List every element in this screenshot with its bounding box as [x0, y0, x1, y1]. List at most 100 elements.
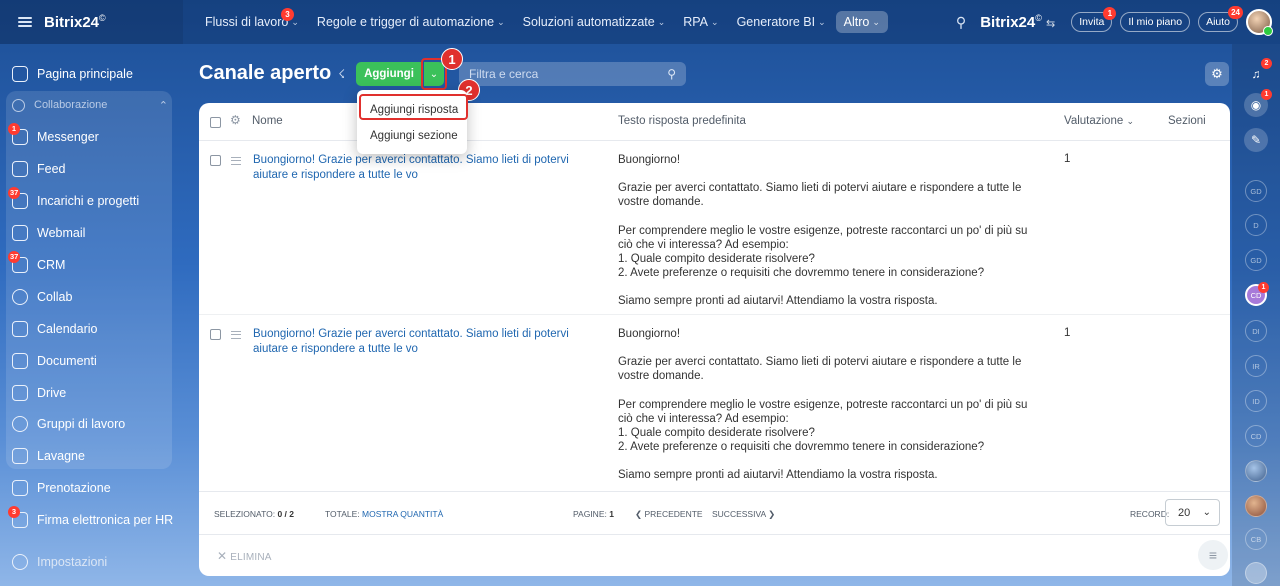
rail-badge: 1 [1261, 89, 1272, 100]
rail-avatar[interactable]: GD [1245, 180, 1267, 202]
nav-altro[interactable]: Altro ⌄ [835, 11, 888, 33]
sidebar-group-collab[interactable]: Collaborazione ⌃ [12, 91, 168, 119]
column-settings-icon[interactable]: ⚙ [230, 113, 241, 127]
page-title: Canale aperto ☇ [199, 62, 345, 85]
home-icon [12, 66, 28, 82]
sidebar-item-label: Firma elettronica per HR [37, 513, 174, 527]
rail-avatar[interactable]: D [1245, 214, 1267, 236]
nav-soluzioni[interactable]: Soluzioni automatizzate ⌄ [515, 11, 674, 33]
nav-badge: 3 [281, 8, 294, 21]
sidebar-item-boards[interactable]: Lavagne [12, 442, 85, 470]
top-bar: Bitrix24© Flussi di lavoro ⌄ 3 Regole e t… [0, 0, 1280, 44]
brand-right-text: Bitrix24 [980, 14, 1036, 31]
booking-icon [12, 480, 28, 496]
next-label: Successiva [712, 509, 766, 519]
answer-paragraph: Grazie per averci contattato. Siamo liet… [618, 356, 1022, 383]
drag-handle-icon[interactable] [231, 157, 241, 165]
nav-regole[interactable]: Regole e trigger di automazione ⌄ [309, 11, 513, 33]
sidebar-item-drive[interactable]: Drive [12, 379, 66, 407]
select-all-checkbox[interactable] [210, 117, 221, 128]
pin-icon[interactable]: ☇ [338, 67, 345, 81]
menu-icon[interactable] [18, 17, 32, 27]
rail-avatar[interactable]: DI [1245, 320, 1267, 342]
rail-avatar-active[interactable]: CD 1 [1245, 282, 1269, 306]
sidebar-item-label: Incarichi e progetti [37, 194, 140, 208]
sidebar-item-groups[interactable]: Gruppi di lavoro [12, 410, 125, 438]
chevron-down-icon: ⌄ [711, 16, 719, 27]
logo-text: Bitrix24 [44, 14, 100, 31]
records-per-page-select[interactable]: 20 ⌄ [1165, 499, 1220, 526]
sidebar-item-esign[interactable]: 3 Firma elettronica per HR [8, 506, 174, 534]
sidebar-item-crm[interactable]: 37 CRM [8, 251, 65, 279]
sidebar-item-home[interactable]: Pagina principale [12, 60, 133, 88]
plan-button[interactable]: Il mio piano [1120, 12, 1191, 32]
column-rating-label: Valutazione [1064, 115, 1124, 127]
mail-icon [12, 225, 28, 241]
search-icon[interactable]: ⚲ [667, 67, 676, 81]
users-icon[interactable] [1245, 562, 1267, 584]
nav-bi[interactable]: Generatore BI ⌄ [729, 11, 834, 33]
records-value: 20 [1178, 506, 1191, 519]
help-button[interactable]: Aiuto 24 [1198, 6, 1243, 32]
row-checkbox[interactable] [210, 329, 221, 340]
rail-avatar[interactable]: CB [1245, 528, 1267, 550]
sidebar-item-tasks[interactable]: 37 Incarichi e progetti [8, 187, 140, 215]
row-name-link[interactable]: Buongiorno! Grazie per averci contattato… [253, 153, 603, 183]
logo[interactable]: Bitrix24© [44, 13, 106, 31]
table-row[interactable]: Buongiorno! Grazie per averci contattato… [199, 315, 1230, 491]
column-answer[interactable]: Testo risposta predefinita [618, 115, 746, 127]
sidebar-item-messenger[interactable]: 1 Messenger [8, 123, 99, 151]
column-rating[interactable]: Valutazione ⌄ [1064, 115, 1134, 127]
copilot-icon[interactable]: ◉ 1 [1244, 89, 1272, 117]
nav-rpa[interactable]: RPA ⌄ [675, 11, 726, 33]
sidebar-item-booking[interactable]: Prenotazione [12, 474, 111, 502]
show-count-link[interactable]: Mostra quantità [362, 509, 443, 519]
next-page-link[interactable]: Successiva ❯ [712, 509, 775, 520]
sidebar-item-label: Drive [37, 386, 67, 400]
row-name-link[interactable]: Buongiorno! Grazie per averci contattato… [253, 327, 603, 357]
table-row[interactable]: Buongiorno! Grazie per averci contattato… [199, 141, 1230, 315]
search-icon[interactable]: ⚲ [956, 14, 966, 31]
sidebar-item-settings[interactable]: Impostazioni [12, 548, 107, 576]
sort-chevron-icon: ⌄ [1126, 116, 1134, 126]
nav-label: Generatore BI [736, 15, 816, 29]
column-name[interactable]: Nome [252, 115, 283, 127]
rail-avatar[interactable]: ID [1245, 390, 1267, 412]
sidebar-badge: 37 [8, 251, 21, 263]
sidebar-item-calendar[interactable]: Calendario [12, 315, 97, 343]
rail-avatar-photo[interactable] [1245, 495, 1267, 517]
invite-button[interactable]: Invita 1 [1071, 7, 1117, 32]
row-checkbox[interactable] [210, 155, 221, 166]
column-sections[interactable]: Sezioni [1168, 115, 1206, 127]
prev-page-link[interactable]: ❮ Precedente [635, 509, 703, 520]
search-input[interactable] [469, 67, 649, 81]
drag-handle-icon[interactable] [231, 331, 241, 339]
rail-avatar-photo[interactable] [1245, 460, 1267, 482]
gear-icon: ⚙ [1211, 66, 1223, 81]
bell-icon[interactable]: ♫ 2 [1244, 58, 1272, 86]
rail-avatar[interactable]: GD [1245, 249, 1267, 271]
chat-bubble-icon[interactable]: ✎ [1244, 128, 1268, 152]
delete-button[interactable]: ✕ Elimina [217, 549, 272, 563]
add-button[interactable]: Aggiungi [356, 62, 422, 86]
user-avatar[interactable] [1246, 9, 1273, 36]
sidebar-item-documents[interactable]: Documenti [12, 347, 97, 375]
settings-button[interactable]: ⚙ [1205, 62, 1229, 86]
sidebar-item-collab[interactable]: Collab [12, 283, 72, 311]
menu-item-add-section[interactable]: Aggiungi sezione [357, 124, 467, 148]
sidebar-item-feed[interactable]: Feed [12, 155, 66, 183]
nav-label: Flussi di lavoro [205, 15, 289, 29]
answer-paragraph: Grazie per averci contattato. Siamo liet… [618, 182, 1022, 209]
pages-label: Pagine: [573, 509, 607, 519]
sidebar-item-webmail[interactable]: Webmail [12, 219, 85, 247]
rail-avatar[interactable]: IR [1245, 355, 1267, 377]
fab-menu-button[interactable]: ≡ [1198, 540, 1228, 570]
rail-badge: 1 [1258, 282, 1269, 293]
search-bar[interactable]: ⚲ [459, 62, 686, 86]
collab-circle-icon [12, 289, 28, 305]
lines-icon: ≡ [1208, 547, 1218, 563]
sidebar-item-label: Lavagne [37, 449, 85, 463]
help-badge: 24 [1228, 6, 1243, 19]
rail-avatar[interactable]: CD [1245, 425, 1267, 447]
nav-flussi[interactable]: Flussi di lavoro ⌄ 3 [197, 8, 307, 33]
